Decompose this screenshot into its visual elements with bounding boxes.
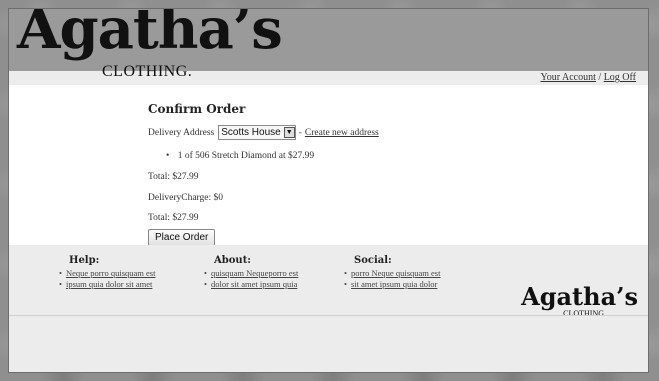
order-grand-total: Total: $27.99: [148, 213, 199, 223]
site-logo[interactable]: Agatha’s: [17, 9, 283, 57]
place-order-button[interactable]: Place Order: [148, 229, 216, 246]
list-item: • Neque porro quisquam est: [59, 268, 156, 278]
footer-about-section: About: • quisquam Nequeporro est • dolor s…: [204, 255, 298, 290]
create-new-address-link[interactable]: Create new address: [305, 128, 379, 138]
main-content: Confirm Order Delivery Address Scotts Ho…: [9, 85, 648, 246]
list-item: • dolor sit amet ipsum quia: [204, 279, 298, 289]
order-item-text: 1 of 506 Stretch Diamond at $27.99: [177, 151, 315, 161]
footer-about-link[interactable]: dolor sit amet ipsum quia: [211, 279, 297, 289]
your-account-link[interactable]: Your Account: [541, 72, 596, 83]
item-bullet: •: [166, 151, 170, 161]
list-item: • quisquam Nequeporro est: [204, 268, 299, 278]
delivery-charge: DeliveryCharge: $0: [148, 193, 224, 203]
delivery-address-label: Delivery Address: [148, 127, 215, 138]
page-container: Agatha’s CLOTHING. Your Account / Log Of…: [8, 8, 649, 373]
delivery-address-row: Delivery Address Scotts House ▼ - Create…: [148, 125, 379, 140]
chevron-down-icon[interactable]: ▼: [283, 127, 295, 138]
order-item: • 1 of 506 Stretch Diamond at $27.99: [166, 151, 314, 161]
footer-help-heading: Help:: [69, 255, 100, 266]
footer-help-section: Help: • Neque porro quisquam est • ipsum q…: [59, 255, 155, 290]
selected-address-value: Scotts House: [221, 127, 281, 138]
header: Agatha’s: [9, 9, 648, 65]
footer-about-link[interactable]: quisquam Nequeporro est: [211, 268, 298, 278]
site-logo-subtitle: CLOTHING.: [102, 63, 193, 80]
footer-social-heading: Social:: [354, 255, 392, 266]
footer-help-link[interactable]: Neque porro quisquam est: [66, 268, 155, 278]
account-separator: /: [598, 72, 602, 83]
delivery-address-select[interactable]: Scotts House ▼: [218, 125, 296, 140]
page-title: Confirm Order: [148, 102, 246, 116]
footer-help-link[interactable]: ipsum quia dolor sit amet: [66, 279, 152, 289]
footer-bottom: [9, 315, 648, 372]
list-item: • porro Neque quisquam est: [344, 268, 441, 278]
account-links: Your Account / Log Off: [541, 72, 636, 83]
footer-logo[interactable]: Agatha’s: [521, 285, 638, 309]
dash-separator: -: [298, 127, 302, 138]
footer-about-heading: About:: [214, 255, 252, 266]
footer-social-link[interactable]: porro Neque quisquam est: [351, 268, 440, 278]
footer-social-section: Social: • porro Neque quisquam est • sit a…: [344, 255, 440, 290]
footer: Help: • Neque porro quisquam est • ipsum q…: [9, 245, 648, 318]
order-total: Total: $27.99: [148, 172, 199, 182]
list-item: • sit amet ipsum quia dolor: [344, 279, 438, 289]
list-item: • ipsum quia dolor sit amet: [59, 279, 153, 289]
footer-social-link[interactable]: sit amet ipsum quia dolor: [351, 279, 437, 289]
log-off-link[interactable]: Log Off: [604, 72, 636, 83]
